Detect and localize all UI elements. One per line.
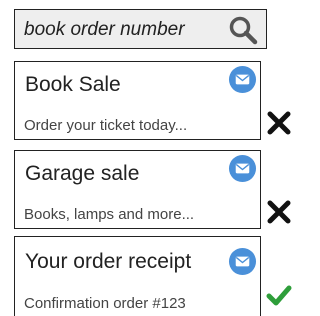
mail-icon	[228, 154, 257, 183]
mail-icon	[228, 247, 257, 276]
email-title: Your order receipt	[25, 250, 192, 273]
email-preview: Confirmation order #123	[24, 295, 186, 312]
email-title: Garage sale	[25, 162, 140, 185]
check-icon	[266, 285, 292, 306]
email-item[interactable]: Your order receipt Confirmation order #1…	[14, 236, 261, 316]
search-bar[interactable]: book order number	[14, 9, 267, 49]
mail-icon	[228, 65, 257, 94]
search-input[interactable]: book order number	[24, 19, 185, 41]
email-preview: Books, lamps and more...	[24, 206, 195, 223]
email-preview: Order your ticket today...	[24, 117, 188, 134]
email-title: Book Sale	[25, 73, 121, 96]
search-icon[interactable]	[228, 15, 258, 45]
cross-icon	[267, 200, 291, 224]
email-item[interactable]: Book Sale Order your ticket today...	[14, 61, 261, 140]
email-item[interactable]: Garage sale Books, lamps and more...	[14, 150, 261, 229]
cross-icon	[267, 111, 291, 135]
